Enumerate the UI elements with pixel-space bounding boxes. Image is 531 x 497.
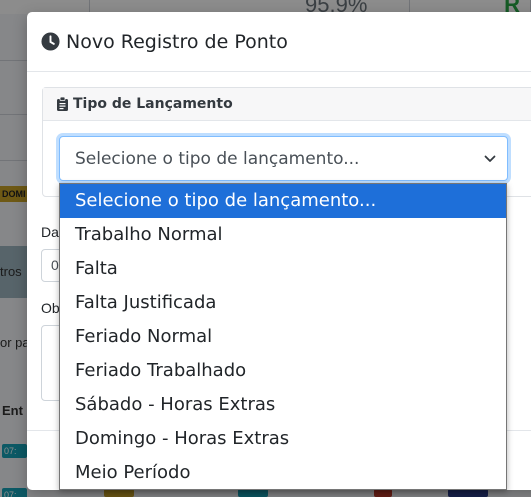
dropdown-option[interactable]: Sábado - Horas Extras: [60, 388, 506, 422]
chevron-down-icon: [483, 152, 497, 166]
dropdown-option[interactable]: Feriado Normal: [60, 320, 506, 354]
dropdown-option[interactable]: Trabalho Normal: [60, 218, 506, 252]
notes-field-label: Ob: [41, 300, 60, 316]
modal-header: Novo Registro de Ponto: [27, 12, 531, 72]
date-input-value: 0: [51, 257, 59, 273]
dropdown-option[interactable]: Selecione o tipo de lançamento...: [60, 184, 506, 218]
entry-type-dropdown-list: Selecione o tipo de lançamento... Trabalh…: [59, 183, 507, 490]
modal-title: Novo Registro de Ponto: [66, 30, 288, 53]
entry-type-select[interactable]: Selecione o tipo de lançamento...: [59, 136, 508, 181]
dropdown-option[interactable]: Domingo - Horas Extras: [60, 422, 506, 456]
date-field-label: Da: [41, 224, 59, 240]
dropdown-option[interactable]: Falta Justificada: [60, 286, 506, 320]
clock-icon: [41, 32, 60, 51]
dropdown-option[interactable]: Meio Período: [60, 456, 506, 490]
card-header: Tipo de Lançamento: [43, 88, 531, 121]
dropdown-option[interactable]: Feriado Trabalhado: [60, 354, 506, 388]
card-title: Tipo de Lançamento: [73, 96, 233, 112]
entry-type-card: Tipo de Lançamento Selecione o tipo de l…: [42, 87, 531, 197]
select-current-value: Selecione o tipo de lançamento...: [75, 148, 360, 169]
clipboard-icon: [57, 96, 68, 111]
dropdown-option[interactable]: Falta: [60, 252, 506, 286]
